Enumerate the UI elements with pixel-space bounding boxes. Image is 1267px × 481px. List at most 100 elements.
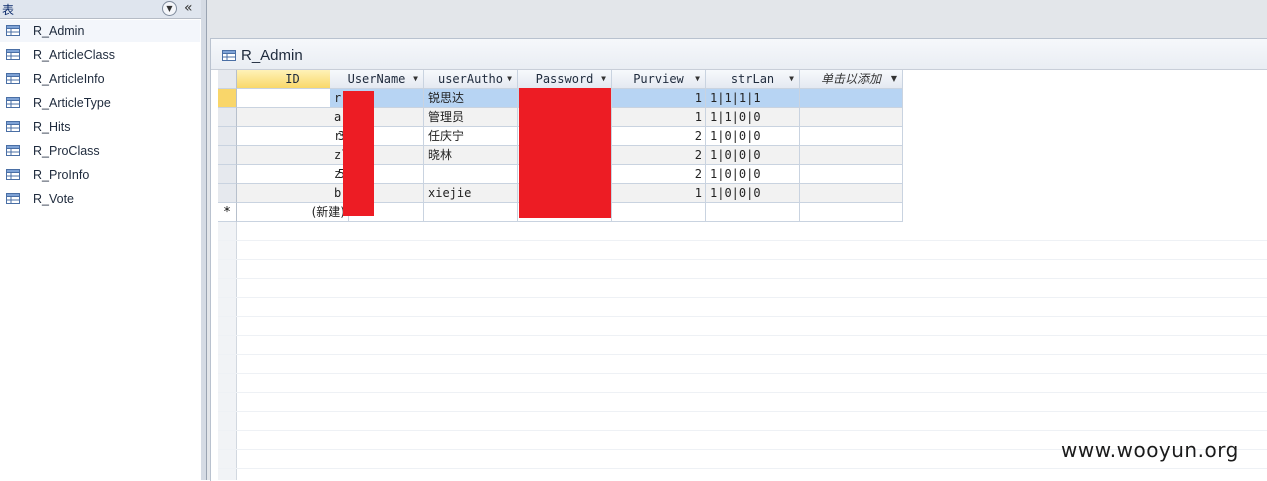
column-header[interactable]: 单击以添加 ▼	[800, 70, 903, 89]
nav-item-label: R_Admin	[33, 24, 85, 38]
table-icon	[222, 50, 236, 61]
table-icon	[6, 49, 20, 60]
cell-value: 1	[694, 91, 702, 105]
table-cell[interactable]: 1|0|0|0	[706, 165, 800, 184]
collapse-pane-icon[interactable]: «	[184, 0, 193, 16]
nav-item-r-proinfo[interactable]: R_ProInfo	[0, 164, 200, 186]
table-cell[interactable]: 1	[612, 89, 706, 108]
table-cell[interactable]: xiejie	[424, 184, 518, 203]
grid-line	[218, 430, 1267, 431]
table-icon	[6, 121, 20, 132]
table-cell[interactable]	[800, 184, 903, 203]
cell-value: 1|0|0|0	[710, 167, 761, 181]
grid-line	[218, 411, 1267, 412]
table-cell[interactable]	[800, 108, 903, 127]
nav-item-r-articletype[interactable]: R_ArticleType	[0, 92, 200, 114]
table-icon	[6, 193, 20, 204]
nav-item-label: R_ArticleInfo	[33, 72, 105, 86]
cell-value: 1|0|0|0	[710, 129, 761, 143]
row-selector[interactable]	[218, 108, 237, 127]
nav-item-r-hits[interactable]: R_Hits	[0, 116, 200, 138]
document-tab[interactable]: R_Admin	[211, 39, 1267, 70]
dropdown-arrow-icon[interactable]: ▼	[601, 70, 606, 88]
row-selector[interactable]	[218, 165, 237, 184]
cell-value: 任庆宁	[428, 129, 465, 143]
row-selector[interactable]	[218, 184, 237, 203]
table-cell[interactable]: 1	[612, 108, 706, 127]
row-selector[interactable]	[218, 89, 237, 108]
column-header[interactable]: Password ▼	[518, 70, 612, 89]
cell-value: 1|1|0|0	[710, 110, 761, 124]
table-cell[interactable]	[800, 146, 903, 165]
column-header-label: ID	[285, 72, 300, 86]
cell-value: 锐思达	[428, 91, 465, 105]
table-icon	[6, 25, 20, 36]
table-cell[interactable]	[424, 203, 518, 222]
select-all-corner[interactable]	[218, 70, 237, 89]
table-cell[interactable]	[424, 165, 518, 184]
table-cell[interactable]: 1	[612, 184, 706, 203]
table-cell[interactable]: 管理员	[424, 108, 518, 127]
table-cell[interactable]: 1|0|0|0	[706, 127, 800, 146]
dropdown-arrow-icon[interactable]: ▼	[789, 70, 794, 88]
table-cell[interactable]	[706, 203, 800, 222]
table-cell[interactable]	[800, 165, 903, 184]
nav-item-r-articleinfo[interactable]: R_ArticleInfo	[0, 68, 200, 90]
row-selector[interactable]	[218, 146, 237, 165]
nav-header: 表 ▼ «	[0, 0, 201, 19]
table-cell[interactable]: 任庆宁	[424, 127, 518, 146]
table-cell[interactable]: 1|0|0|0	[706, 184, 800, 203]
table-cell[interactable]: 锐思达	[424, 89, 518, 108]
cell-value: r	[334, 129, 342, 143]
grid-line	[218, 335, 1267, 336]
datasheet-grid[interactable]: ID▼UserName▼userAutho▼Password▼Purview▼s…	[218, 70, 1267, 480]
table-cell[interactable]: 2	[612, 146, 706, 165]
dropdown-arrow-icon[interactable]: ▼	[695, 70, 700, 88]
new-record-marker: *	[218, 203, 237, 222]
document-tab-title: R_Admin	[241, 47, 303, 64]
nav-item-label: R_Hits	[33, 120, 71, 134]
table-icon	[6, 73, 20, 84]
nav-item-r-proclass[interactable]: R_ProClass	[0, 140, 200, 162]
cell-value: xiejie	[428, 186, 472, 200]
nav-item-r-admin[interactable]: R_Admin	[0, 20, 200, 42]
dropdown-arrow-icon[interactable]: ▼	[413, 70, 418, 88]
redaction-box	[519, 88, 611, 218]
nav-item-r-articleclass[interactable]: R_ArticleClass	[0, 44, 200, 66]
column-header[interactable]: UserName ▼	[330, 70, 424, 89]
table-cell[interactable]: 2	[612, 165, 706, 184]
nav-item-r-vote[interactable]: R_Vote	[0, 188, 200, 210]
table-cell[interactable]: 1|1|1|1	[706, 89, 800, 108]
dropdown-arrow-icon[interactable]: ▼	[507, 70, 512, 88]
column-header[interactable]: userAutho ▼	[424, 70, 518, 89]
table-cell[interactable]	[612, 203, 706, 222]
nav-item-label: R_ProClass	[33, 144, 100, 158]
table-cell[interactable]: 2	[612, 127, 706, 146]
table-cell[interactable]	[800, 203, 903, 222]
table-icon	[6, 145, 20, 156]
nav-item-label: R_ProInfo	[33, 168, 90, 182]
row-selector[interactable]	[218, 127, 237, 146]
column-header[interactable]: strLan ▼	[706, 70, 800, 89]
grid-line	[218, 316, 1267, 317]
table-cell[interactable]: 1|1|0|0	[706, 108, 800, 127]
column-header-label: strLan	[730, 72, 775, 86]
grid-line	[218, 278, 1267, 279]
cell-value: 1|0|0|0	[710, 186, 761, 200]
table-cell[interactable]	[800, 127, 903, 146]
table-cell[interactable]	[800, 89, 903, 108]
table-cell[interactable]: 1|0|0|0	[706, 146, 800, 165]
redaction-box	[343, 91, 374, 216]
cell-value: 1	[694, 110, 702, 124]
column-header-label: UserName	[347, 72, 406, 86]
cell-value: 1|1|1|1	[710, 91, 761, 105]
grid-line	[218, 468, 1267, 469]
column-header-label: Purview	[633, 72, 684, 86]
column-header-label: Password	[535, 72, 594, 86]
chevron-down-icon[interactable]: ▼	[162, 1, 177, 16]
table-cell[interactable]: 晓林	[424, 146, 518, 165]
cell-value: 2	[694, 148, 702, 162]
dropdown-arrow-icon[interactable]: ▼	[891, 70, 897, 88]
grid-line	[218, 373, 1267, 374]
column-header[interactable]: Purview ▼	[612, 70, 706, 89]
